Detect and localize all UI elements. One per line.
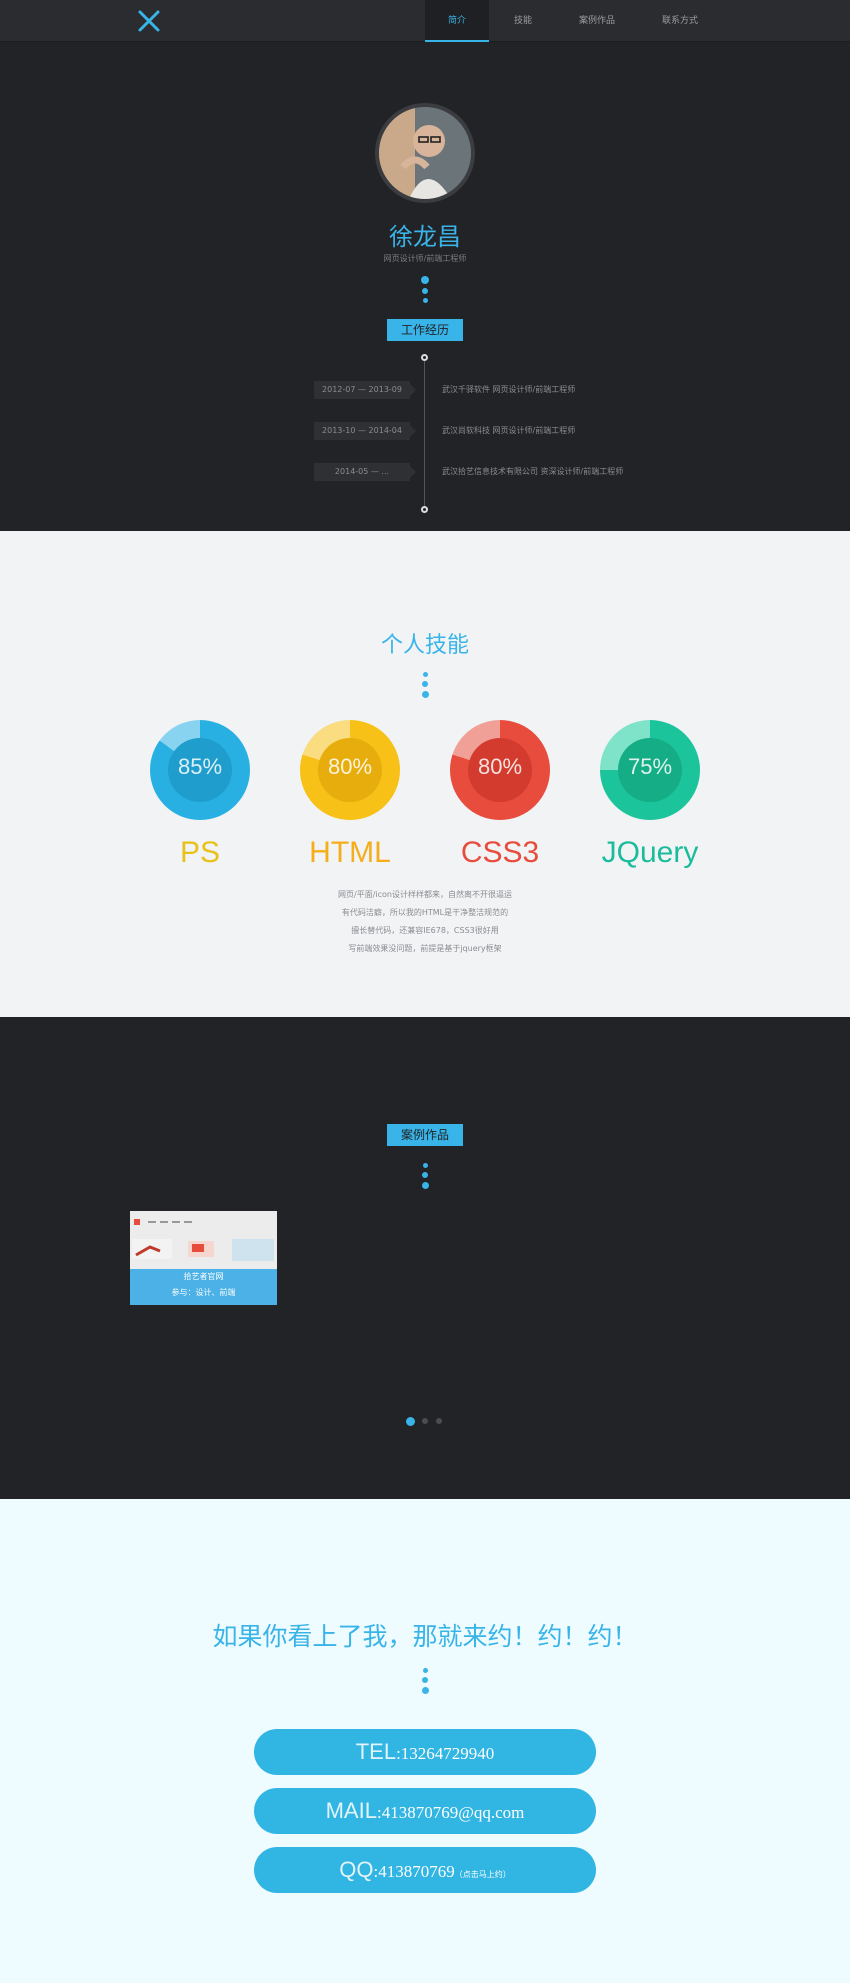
work-caption: 拾艺者官网 参与：设计、前端 [130,1269,277,1305]
qq-button[interactable]: QQ:413870769（点击马上约） [254,1847,596,1893]
intro-section: 徐龙昌 网页设计师/前端工程师 工作经历 2012-07 — 2013-09 武… [0,43,850,531]
mail-value: :413870769@qq.com [376,1803,525,1822]
timeline-line [424,358,425,509]
skill-name: HTML [309,836,391,869]
skills-section: 个人技能 85% 80% 80% 75% PS HTML CSS3 JQuery… [0,531,850,1017]
person-title: 网页设计师/前端工程师 [383,254,467,263]
top-nav: 简介 技能 案例作品 联系方式 [0,0,850,42]
avatar-photo-icon [379,107,471,199]
person-name: 徐龙昌 [389,223,461,251]
skill-name: JQuery [601,836,699,869]
divider-dots [421,276,429,307]
skill-name: PS [179,836,221,869]
works-section: 案例作品 拾艺者官网 参与：设计、前端 [0,1017,850,1499]
tel-label: TEL [355,1739,397,1764]
logo-x-icon[interactable] [137,9,161,33]
website-thumbnail-icon [130,1211,277,1269]
skill-percent: 80% [327,754,373,779]
skills-description-line: 擅长替代码，还兼容IE678，CSS3很好用 [351,926,499,935]
skill-donut-ps: 85% [150,720,250,820]
work-card[interactable]: 拾艺者官网 参与：设计、前端 [130,1211,277,1305]
mail-label: MAIL [325,1798,377,1823]
pager-dot[interactable] [436,1418,442,1424]
skills-description-line: 写前端效果没问题，前提是基于jquery框架 [348,944,502,953]
nav-item-works[interactable]: 案例作品 [565,0,629,42]
skill-percent: 85% [177,754,223,779]
skill-name: CSS3 [460,836,540,869]
skills-description-line: 网页/平面/icon设计样样都来，自然离不开很逼运 [338,890,512,899]
pager-dot[interactable] [422,1418,428,1424]
tel-value: :13264729940 [396,1744,495,1763]
avatar [375,103,475,203]
divider-dots [421,1163,429,1193]
qq-label: QQ [339,1857,374,1882]
timeline-text: 武汉尚软科技 网页设计师/前端工程师 [442,426,576,435]
qq-value: :413870769 [373,1862,455,1881]
divider-dots [421,1668,429,1698]
work-title: 拾艺者官网 [183,1272,224,1281]
nav-item-skills[interactable]: 技能 [491,0,555,42]
tel-button[interactable]: TEL:13264729940 [254,1729,596,1775]
skill-percent: 75% [627,754,673,779]
nav-item-intro[interactable]: 简介 [425,0,489,42]
timeline-date: 2012-07 — 2013-09 [314,381,416,399]
qq-note: （点击马上约） [454,1870,511,1879]
timeline-date: 2013-10 — 2014-04 [314,422,416,440]
work-screenshot [130,1211,277,1269]
skills-title: 个人技能 [380,633,469,658]
skill-donut-jquery: 75% [600,720,700,820]
divider-dots [421,672,429,702]
contact-section: 如果你看上了我，那就来约！约！约！ TEL:13264729940 MAIL:4… [0,1499,850,1983]
pager-dot-active[interactable] [406,1417,415,1426]
timeline-text: 武汉千驿软件 网页设计师/前端工程师 [442,385,576,394]
skill-percent: 80% [477,754,523,779]
section-tag-works: 案例作品 [387,1124,463,1146]
timeline-text: 武汉拾艺信息技术有限公司 资深设计师/前端工程师 [442,467,624,476]
section-tag-experience: 工作经历 [387,319,463,341]
timeline-start-dot [421,354,428,361]
contact-title: 如果你看上了我，那就来约！约！约！ [212,1622,638,1651]
work-role: 参与：设计、前端 [171,1288,236,1297]
mail-button[interactable]: MAIL:413870769@qq.com [254,1788,596,1834]
skill-donut-css3: 80% [450,720,550,820]
timeline-date: 2014-05 — ... [314,463,416,481]
skills-description-line: 有代码洁癖，所以我的HTML是干净整洁规范的 [341,908,509,917]
skill-donut-html: 80% [300,720,400,820]
nav-item-contact[interactable]: 联系方式 [645,0,715,42]
timeline-end-dot [421,506,428,513]
